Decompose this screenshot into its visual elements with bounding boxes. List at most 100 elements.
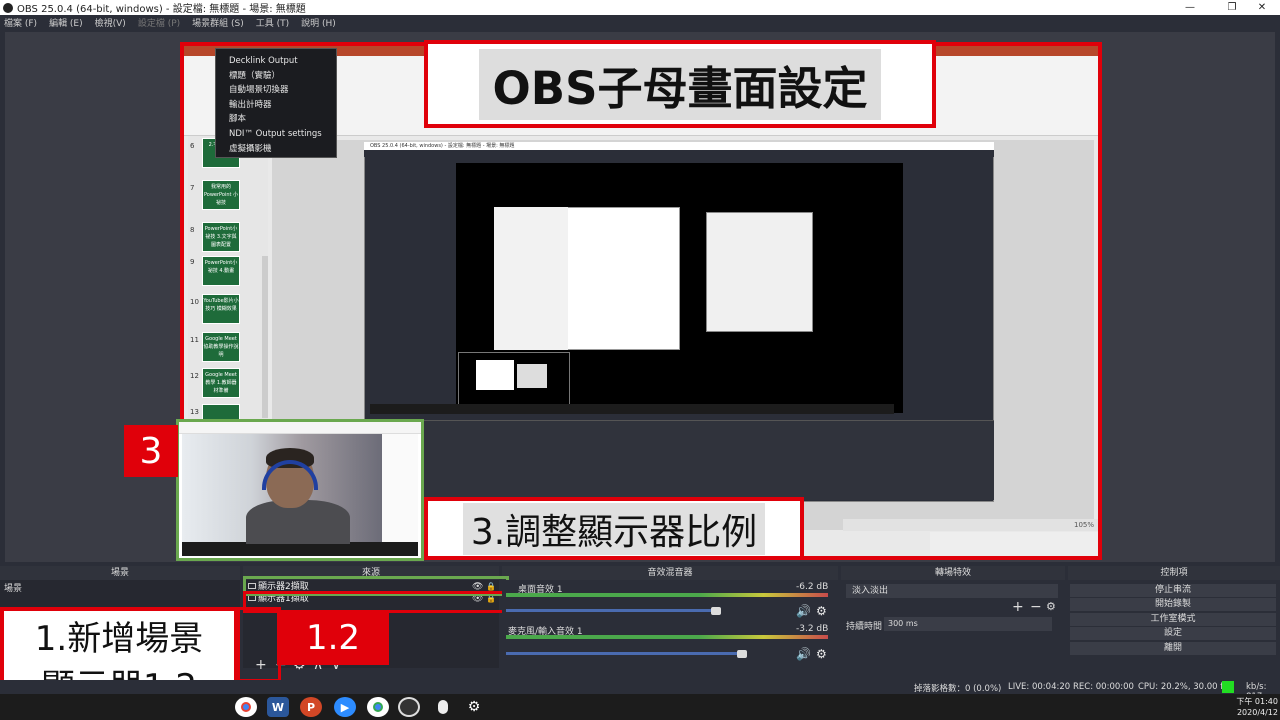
slide-thumbnail[interactable]: Google Meet 協助教學操作說明 (202, 332, 240, 362)
menu-item-title[interactable]: 標題（實驗） (216, 69, 336, 84)
rec-time: REC: 00:00:00 (1073, 682, 1134, 692)
studio-mode-button[interactable]: 工作室模式 (1070, 613, 1276, 626)
menu-tools[interactable]: 工具 (T) (256, 16, 289, 29)
slide-scrollbar[interactable] (262, 256, 268, 418)
slide-number: 9 (190, 258, 195, 266)
zoom-icon[interactable]: ▶ (334, 697, 356, 717)
menu-item-scene-switcher[interactable]: 自動場景切換器 (216, 83, 336, 98)
nested-taskbar (370, 404, 894, 414)
webcam-taskbar (182, 542, 418, 556)
scene-item[interactable]: 場景 (4, 581, 22, 594)
slide-thumbnail[interactable]: Google Meet教學 1.教師器材準備 (202, 368, 240, 398)
mixer-header: 音效混音器 (502, 566, 838, 580)
step-3-badge: 3 (124, 425, 178, 477)
menu-item-virtual-camera[interactable]: 虛擬攝影機 (216, 142, 336, 157)
slide-thumbnail[interactable]: PowerPoint小祕技 3.文字與圖表配置 (202, 222, 240, 252)
menu-scene-collection[interactable]: 場景群組 (S) (192, 16, 244, 29)
nested-mini-window (476, 360, 514, 390)
obs-logo-icon (3, 2, 13, 13)
remove-transition-button[interactable]: − (1030, 599, 1042, 615)
window-title: OBS 25.0.4 (64-bit, windows) - 設定檔: 無標題 … (17, 4, 306, 15)
nested-mini-window (517, 364, 547, 388)
menu-item-output-timer[interactable]: 輸出計時器 (216, 98, 336, 113)
audio-meter (506, 635, 828, 639)
mouse-icon[interactable] (432, 697, 454, 717)
word-icon[interactable]: W (267, 697, 289, 717)
menu-profile[interactable]: 設定檔 (P) (138, 16, 180, 29)
slide-number: 13 (190, 408, 199, 416)
close-button[interactable]: ✕ (1244, 0, 1280, 15)
obs-taskbar-icon[interactable] (398, 697, 420, 717)
clock-date: 2020/4/12 (1236, 708, 1278, 717)
stop-streaming-button[interactable]: 停止串流 (1070, 584, 1276, 597)
transitions-header: 轉場特效 (841, 566, 1065, 580)
volume-track[interactable] (506, 609, 716, 612)
slide-thumbnail[interactable]: PowerPoint小祕技 4.動畫 (202, 256, 240, 286)
settings-button[interactable]: 設定 (1070, 627, 1276, 640)
minimize-button[interactable]: — (1172, 0, 1208, 15)
taskbar (0, 694, 1280, 720)
menu-file[interactable]: 檔案 (F) (4, 16, 37, 29)
webcam-sidebar (382, 434, 418, 542)
live-time: LIVE: 00:04:20 (1008, 682, 1071, 692)
step-12-badge: 1.2 (277, 610, 389, 665)
tutorial-title-text: OBS子母畫面設定 (478, 48, 882, 120)
clock-time: 下午 01:40 (1236, 697, 1278, 706)
chrome-icon[interactable] (235, 697, 257, 717)
ppt-statusbar: 105% (843, 519, 1098, 531)
settings-gear-icon[interactable]: ⚙ (463, 697, 485, 717)
tutorial-title-overlay: OBS子母畫面設定 (424, 40, 936, 128)
slide-number: 6 (190, 142, 195, 150)
ppt-zoom: 105% (1073, 521, 1094, 529)
menu-item-scripts[interactable]: 腳本 (216, 112, 336, 127)
system-clock: 下午 01:40 2020/4/12 (1230, 696, 1278, 718)
controls-header: 控制項 (1068, 566, 1280, 580)
stream-health-indicator (1222, 681, 1234, 693)
slide-number: 11 (190, 336, 199, 344)
status-bar: 掉落影格數：0 (0.0%) LIVE: 00:04:20 REC: 00:00… (0, 680, 1280, 702)
menu-bar: 檔案 (F) 編輯 (E) 檢視(V) 設定檔 (P) 場景群組 (S) 工具 … (0, 15, 1280, 30)
volume-track[interactable] (506, 652, 742, 655)
menu-item-decklink[interactable]: Decklink Output (216, 54, 336, 69)
nested-obs-docks (364, 420, 994, 500)
highlight-box-add (237, 607, 281, 682)
menu-item-ndi[interactable]: NDI™ Output settings (216, 127, 336, 142)
title-bar: OBS 25.0.4 (64-bit, windows) - 設定檔: 無標題 … (0, 0, 1280, 15)
nested-obs-title: OBS 25.0.4 (64-bit, windows) - 設定檔: 無標題 … (364, 142, 994, 150)
speaker-icon[interactable]: 🔊 (796, 647, 811, 661)
duration-field[interactable]: 300 ms (884, 617, 1052, 631)
slide-number: 12 (190, 372, 199, 380)
step-1-line1: 1.新增場景 (34, 619, 204, 659)
slide-thumbnail[interactable]: 我常用的 PowerPoint 小祕技 (202, 180, 240, 210)
channel-db: -6.2 dB (796, 582, 829, 592)
transition-gear-icon[interactable]: ⚙ (1046, 600, 1056, 613)
dropped-frames: 掉落影格數：0 (0.0%) (914, 684, 1002, 694)
exit-button[interactable]: 離開 (1070, 642, 1276, 655)
channel-gear-icon[interactable]: ⚙ (816, 604, 827, 618)
scenes-header: 場景 (0, 566, 240, 580)
slide-number: 8 (190, 226, 195, 234)
audio-meter (506, 593, 828, 597)
volume-slider[interactable] (711, 607, 721, 615)
transition-select[interactable]: 淡入淡出 (846, 584, 1058, 598)
slide-number: 10 (190, 298, 199, 306)
channel-db: -3.2 dB (796, 624, 829, 634)
menu-edit[interactable]: 編輯 (E) (49, 16, 83, 29)
menu-help[interactable]: 說明 (H) (301, 16, 336, 29)
chrome-beta-icon[interactable] (367, 697, 389, 717)
channel-gear-icon[interactable]: ⚙ (816, 647, 827, 661)
webcam-browser-bar (179, 422, 421, 434)
add-transition-button[interactable]: + (1012, 599, 1024, 615)
step-3-label: 3.調整顯示器比例 (424, 497, 804, 560)
menu-view[interactable]: 檢視(V) (95, 16, 126, 29)
start-recording-button[interactable]: 開始錄製 (1070, 598, 1276, 611)
volume-slider[interactable] (737, 650, 747, 658)
slide-thumbnail[interactable]: YouTube影片小技巧 模糊效果 (202, 294, 240, 324)
powerpoint-icon[interactable]: P (300, 697, 322, 717)
nested-obs-menu (364, 150, 994, 157)
sound-dialog (706, 212, 813, 332)
cpu-usage: CPU: 20.2%, 30.00 fps (1138, 682, 1234, 692)
speaker-icon[interactable]: 🔊 (796, 604, 811, 618)
slide-number: 7 (190, 184, 195, 192)
ppt-tray (930, 532, 1098, 556)
